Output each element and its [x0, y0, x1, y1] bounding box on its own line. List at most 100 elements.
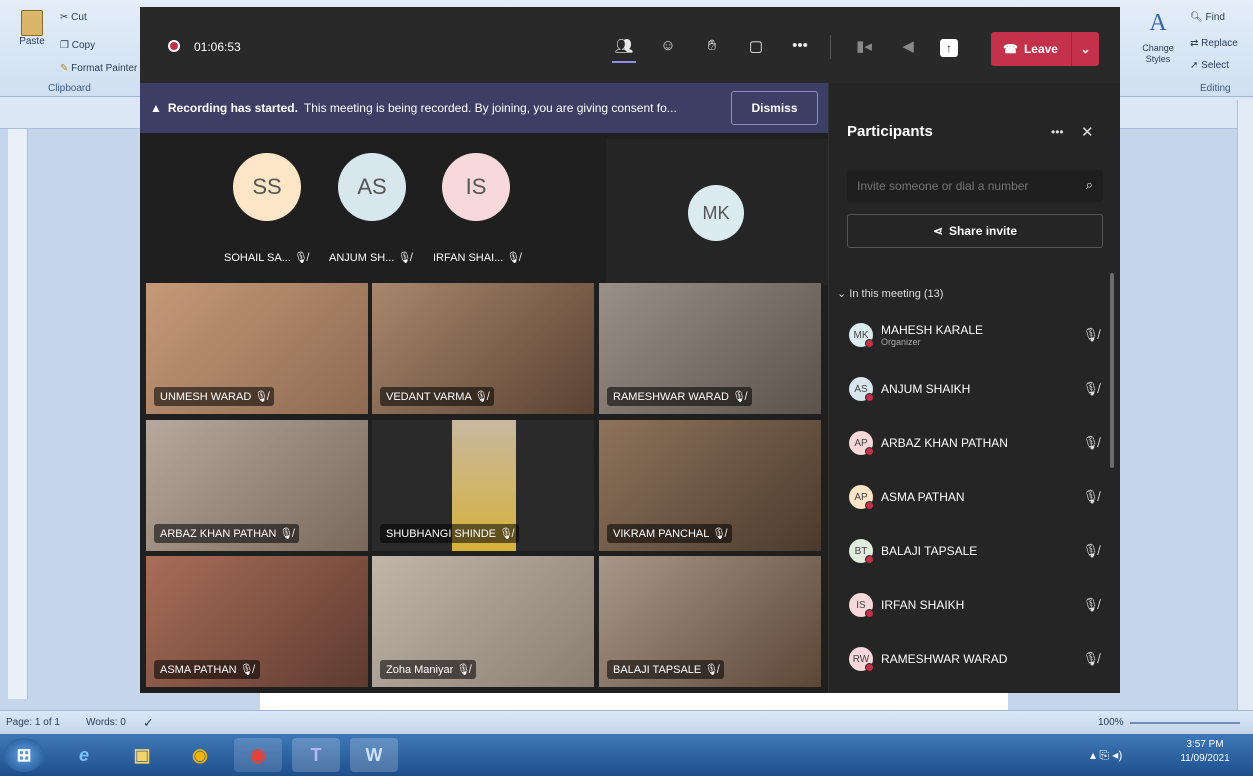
- participant-row[interactable]: IS IRFAN SHAIKH 🎙︎̸: [849, 585, 1099, 625]
- invite-input[interactable]: [847, 170, 1067, 202]
- video-tile[interactable]: ASMA PATHAN 🎙︎̸: [146, 556, 368, 687]
- mic-muted-icon[interactable]: 🎙︎̸: [1082, 435, 1099, 451]
- replace-label: Replace: [1201, 38, 1238, 49]
- paste-button[interactable]: Paste: [18, 10, 46, 56]
- vertical-scrollbar[interactable]: [1237, 100, 1253, 710]
- participant-info: MAHESH KARALE Organizer: [881, 323, 1082, 347]
- word-taskbar-button[interactable]: W: [350, 738, 398, 772]
- avatar-initials: AS: [357, 174, 387, 199]
- teams-icon: T: [310, 744, 322, 765]
- people-icon[interactable]: 👥︎: [612, 37, 636, 63]
- clock[interactable]: 3:57 PM 11/09/2021: [1170, 739, 1240, 764]
- mic-muted-icon[interactable]: 🎙︎̸: [1082, 327, 1099, 343]
- participant-name: Zoha Maniyar: [386, 664, 454, 676]
- taskbar: ⊞ e ▣ ◉ ◉ T W ▴ ⎘ ◂) 3:57 PM 11/09/2021: [0, 734, 1253, 776]
- cut-button[interactable]: ✂ Cut: [60, 12, 87, 23]
- copy-button[interactable]: ❐ Copy: [60, 40, 95, 51]
- video-tile[interactable]: Zoha Maniyar 🎙︎̸: [372, 556, 594, 687]
- meeting-timer: 01:06:53: [194, 40, 241, 54]
- binoculars-icon: 🔍︎: [1190, 12, 1203, 23]
- video-tile[interactable]: VIKRAM PANCHAL 🎙︎̸: [599, 420, 821, 551]
- mic-muted-icon[interactable]: 🎙︎̸: [1082, 543, 1099, 559]
- mic-muted-icon: 🎙︎̸: [499, 528, 514, 540]
- replace-button[interactable]: ⇄ Replace: [1190, 38, 1238, 49]
- chrome-profile-taskbar-button[interactable]: ◉: [234, 738, 282, 772]
- rooms-icon[interactable]: ▢: [744, 37, 768, 55]
- mic-off-icon[interactable]: ◀︎: [896, 37, 920, 55]
- format-painter-button[interactable]: ✎ Format Painter: [60, 63, 137, 74]
- explorer-taskbar-button[interactable]: ▣: [118, 738, 166, 772]
- share-invite-button[interactable]: ⋖ Share invite: [847, 214, 1103, 248]
- participant-name-tag: Zoha Maniyar 🎙︎̸: [380, 660, 477, 679]
- cursor-icon: ➚: [1190, 60, 1199, 71]
- participant-row[interactable]: AP ARBAZ KHAN PATHAN 🎙︎̸: [849, 423, 1099, 463]
- participant-name-tag: VIKRAM PANCHAL 🎙︎̸: [607, 524, 732, 543]
- zoom-level[interactable]: 100%: [1098, 717, 1124, 728]
- presence-dot: [865, 393, 874, 402]
- participant-row[interactable]: MK MAHESH KARALE Organizer 🎙︎̸: [849, 315, 1099, 355]
- video-tile[interactable]: RAMESHWAR WARAD 🎙︎̸: [599, 283, 821, 414]
- meeting-toolbar: 01:06:53 👥︎ ☺ ✋︎ ▢ ••• ▮◂ ◀︎ ↑ ☎ Leave ⌄: [140, 7, 1120, 83]
- video-tile[interactable]: UNMESH WARAD 🎙︎̸: [146, 283, 368, 414]
- video-tile[interactable]: VEDANT VARMA 🎙︎̸: [372, 283, 594, 414]
- mic-muted-icon[interactable]: 🎙︎̸: [1082, 381, 1099, 397]
- avatar-initials: IS: [856, 599, 866, 611]
- mic-muted-icon[interactable]: 🎙︎̸: [1082, 651, 1099, 667]
- zoom-slider[interactable]: [1130, 722, 1240, 724]
- participant-name: SOHAIL SA...: [224, 252, 291, 264]
- vertical-ruler: [8, 129, 28, 699]
- clock-date: 11/09/2021: [1180, 753, 1230, 764]
- participant-name: ARBAZ KHAN PATHAN: [881, 436, 1008, 450]
- chrome-taskbar-button[interactable]: ◉: [176, 738, 224, 772]
- search-icon: ⌕: [1085, 177, 1093, 192]
- participant-name: SHUBHANGI SHINDE: [386, 528, 497, 540]
- dismiss-button[interactable]: Dismiss: [731, 91, 818, 125]
- avatar: AS: [849, 377, 874, 402]
- raise-hand-icon[interactable]: ✋︎: [700, 37, 724, 54]
- participants-panel: Participants ••• ✕ ⌕ ⋖ Share invite ⌄ In…: [828, 83, 1120, 693]
- document-page[interactable]: [260, 690, 1008, 710]
- more-options-icon[interactable]: •••: [788, 37, 812, 54]
- leave-button[interactable]: ☎ Leave ⌄: [991, 32, 1099, 66]
- participant-row[interactable]: AS ANJUM SHAIKH 🎙︎̸: [849, 369, 1099, 409]
- banner-text: This meeting is being recorded. By joini…: [303, 101, 677, 115]
- teams-taskbar-button[interactable]: T: [292, 738, 340, 772]
- camera-off-icon[interactable]: ▮◂: [852, 37, 876, 55]
- panel-scrollbar[interactable]: [1110, 273, 1114, 468]
- chat-icon[interactable]: ☺: [656, 37, 680, 54]
- video-tile[interactable]: ARBAZ KHAN PATHAN 🎙︎̸: [146, 420, 368, 551]
- find-label: Find: [1205, 12, 1225, 23]
- start-button[interactable]: ⊞: [4, 738, 44, 772]
- format-painter-label: Format Painter: [71, 63, 138, 74]
- avatar: IS: [849, 593, 874, 618]
- proofing-icon[interactable]: ✓: [143, 715, 154, 731]
- participant-name: UNMESH WARAD: [160, 391, 252, 403]
- panel-more-icon[interactable]: •••: [1051, 125, 1064, 139]
- video-tile[interactable]: BALAJI TAPSALE 🎙︎̸: [599, 556, 821, 687]
- video-tile[interactable]: SHUBHANGI SHINDE 🎙︎̸: [372, 420, 594, 551]
- mic-muted-icon[interactable]: 🎙︎̸: [1082, 597, 1099, 613]
- invite-search-field[interactable]: ⌕: [847, 170, 1103, 202]
- share-screen-icon[interactable]: ↑: [940, 39, 958, 57]
- chevron-down-icon: ⌄: [837, 288, 847, 300]
- participant-row[interactable]: RW RAMESHWAR WARAD 🎙︎̸: [849, 639, 1099, 679]
- close-icon[interactable]: ✕: [1081, 123, 1094, 141]
- participant-row[interactable]: AP ASMA PATHAN 🎙︎̸: [849, 477, 1099, 517]
- clipboard-group-label: Clipboard: [48, 83, 91, 94]
- avatar-initials: AP: [854, 491, 868, 503]
- participant-row[interactable]: BT BALAJI TAPSALE 🎙︎̸: [849, 531, 1099, 571]
- ie-taskbar-button[interactable]: e: [60, 738, 108, 772]
- chevron-down-icon[interactable]: ⌄: [1071, 32, 1099, 66]
- avatar: AS: [338, 153, 406, 221]
- mic-muted-icon[interactable]: 🎙︎̸: [1082, 489, 1099, 505]
- folder-icon: ▣: [133, 744, 151, 765]
- change-styles-button[interactable]: A Change Styles: [1138, 10, 1178, 80]
- avatar-initials: SS: [252, 174, 282, 199]
- participant-name: RAMESHWAR WARAD: [881, 652, 1008, 666]
- find-button[interactable]: 🔍︎ Find: [1190, 12, 1225, 23]
- dismiss-label: Dismiss: [751, 101, 798, 115]
- meeting-section-header[interactable]: ⌄ In this meeting (13): [837, 287, 943, 300]
- page-count: Page: 1 of 1: [6, 717, 60, 728]
- select-button[interactable]: ➚ Select: [1190, 60, 1229, 71]
- mic-muted-icon: 🎙︎̸: [254, 391, 269, 403]
